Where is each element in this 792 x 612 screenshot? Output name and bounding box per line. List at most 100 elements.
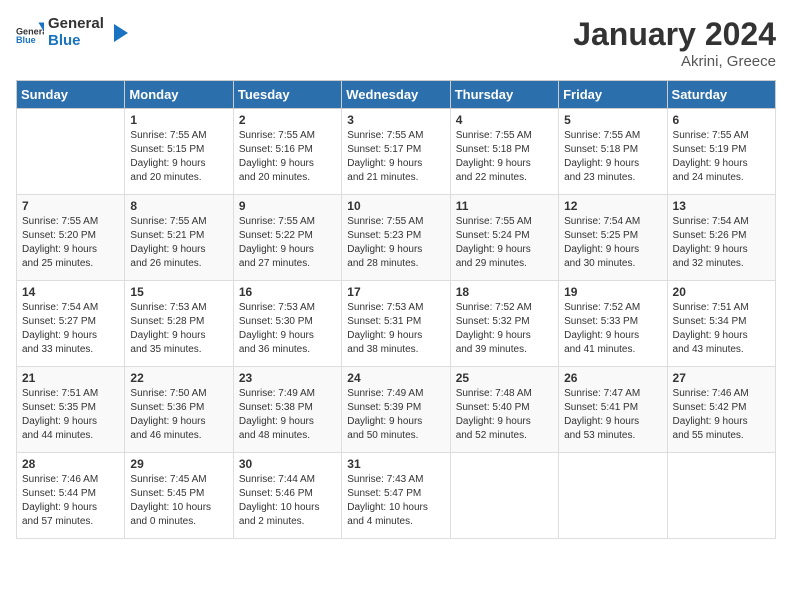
calendar-cell: 8Sunrise: 7:55 AM Sunset: 5:21 PM Daylig… xyxy=(125,195,233,281)
calendar-cell: 5 Sunrise: 7:55 AM Sunset: 5:18 PM Daylig… xyxy=(559,109,667,195)
day-info: Sunrise: 7:54 AM Sunset: 5:26 PM Dayligh… xyxy=(673,215,770,271)
weekday-row: SundayMondayTuesdayWednesdayThursdayFrid… xyxy=(17,81,776,109)
day-number: 31 xyxy=(347,457,444,471)
calendar-cell xyxy=(450,453,558,539)
calendar-cell: 4Sunrise: 7:55 AM Sunset: 5:18 PM Daylig… xyxy=(450,109,558,195)
day-number: 8 xyxy=(130,199,227,213)
day-info: Sunrise: 7:49 AM Sunset: 5:39 PM Dayligh… xyxy=(347,387,444,443)
calendar-table: SundayMondayTuesdayWednesdayThursdayFrid… xyxy=(16,80,776,539)
day-number: 9 xyxy=(239,199,336,213)
calendar-cell: 2Sunrise: 7:55 AM Sunset: 5:16 PM Daylig… xyxy=(233,109,341,195)
day-number: 26 xyxy=(564,371,661,385)
calendar-cell: 24 Sunrise: 7:49 AM Sunset: 5:39 PM Dayli… xyxy=(342,367,450,453)
calendar-body: 1 Sunrise: 7:55 AM Sunset: 5:15 PM Daylig… xyxy=(17,109,776,539)
day-info: Sunrise: 7:48 AM Sunset: 5:40 PM Dayligh… xyxy=(456,387,553,443)
day-info: Sunrise: 7:51 AM Sunset: 5:34 PM Dayligh… xyxy=(673,301,770,357)
calendar-cell: 20 Sunrise: 7:51 AM Sunset: 5:34 PM Dayli… xyxy=(667,281,775,367)
calendar-header: SundayMondayTuesdayWednesdayThursdayFrid… xyxy=(17,81,776,109)
day-number: 7 xyxy=(22,199,119,213)
day-info: Sunrise: 7:55 AM Sunset: 5:16 PM Dayligh… xyxy=(239,129,336,185)
calendar-cell: 27 Sunrise: 7:46 AM Sunset: 5:42 PM Dayli… xyxy=(667,367,775,453)
day-info: Sunrise: 7:55 AM Sunset: 5:22 PM Dayligh… xyxy=(239,215,336,271)
day-number: 19 xyxy=(564,285,661,299)
day-info: Sunrise: 7:55 AM Sunset: 5:24 PM Dayligh… xyxy=(456,215,553,271)
day-info: Sunrise: 7:52 AM Sunset: 5:32 PM Dayligh… xyxy=(456,301,553,357)
calendar-cell: 14Sunrise: 7:54 AM Sunset: 5:27 PM Dayli… xyxy=(17,281,125,367)
day-info: Sunrise: 7:47 AM Sunset: 5:41 PM Dayligh… xyxy=(564,387,661,443)
day-number: 13 xyxy=(673,199,770,213)
day-number: 24 xyxy=(347,371,444,385)
calendar-cell: 28 Sunrise: 7:46 AM Sunset: 5:44 PM Dayli… xyxy=(17,453,125,539)
day-number: 22 xyxy=(130,371,227,385)
day-number: 20 xyxy=(673,285,770,299)
calendar-cell: 31 Sunrise: 7:43 AM Sunset: 5:47 PM Dayli… xyxy=(342,453,450,539)
day-info: Sunrise: 7:52 AM Sunset: 5:33 PM Dayligh… xyxy=(564,301,661,357)
day-info: Sunrise: 7:44 AM Sunset: 5:46 PM Dayligh… xyxy=(239,473,336,529)
weekday-header-tuesday: Tuesday xyxy=(233,81,341,109)
day-info: Sunrise: 7:54 AM Sunset: 5:27 PM Dayligh… xyxy=(22,301,119,357)
svg-text:Blue: Blue xyxy=(16,34,36,44)
calendar-cell xyxy=(667,453,775,539)
day-info: Sunrise: 7:54 AM Sunset: 5:25 PM Dayligh… xyxy=(564,215,661,271)
day-number: 18 xyxy=(456,285,553,299)
day-info: Sunrise: 7:55 AM Sunset: 5:18 PM Dayligh… xyxy=(564,129,661,185)
calendar-cell: 11Sunrise: 7:55 AM Sunset: 5:24 PM Dayli… xyxy=(450,195,558,281)
week-row-3: 14Sunrise: 7:54 AM Sunset: 5:27 PM Dayli… xyxy=(17,281,776,367)
calendar-cell: 23 Sunrise: 7:49 AM Sunset: 5:38 PM Dayli… xyxy=(233,367,341,453)
week-row-1: 1 Sunrise: 7:55 AM Sunset: 5:15 PM Daylig… xyxy=(17,109,776,195)
day-info: Sunrise: 7:51 AM Sunset: 5:35 PM Dayligh… xyxy=(22,387,119,443)
day-number: 5 xyxy=(564,113,661,127)
day-info: Sunrise: 7:55 AM Sunset: 5:15 PM Dayligh… xyxy=(130,129,227,185)
weekday-header-monday: Monday xyxy=(125,81,233,109)
day-number: 29 xyxy=(130,457,227,471)
calendar-cell: 1 Sunrise: 7:55 AM Sunset: 5:15 PM Daylig… xyxy=(125,109,233,195)
day-info: Sunrise: 7:55 AM Sunset: 5:17 PM Dayligh… xyxy=(347,129,444,185)
calendar-title: January 2024 xyxy=(573,16,776,53)
logo-arrow-icon xyxy=(108,22,130,44)
day-number: 25 xyxy=(456,371,553,385)
page-header: General Blue General Blue January 2024 A… xyxy=(16,16,776,70)
day-info: Sunrise: 7:55 AM Sunset: 5:18 PM Dayligh… xyxy=(456,129,553,185)
day-info: Sunrise: 7:46 AM Sunset: 5:44 PM Dayligh… xyxy=(22,473,119,529)
day-number: 30 xyxy=(239,457,336,471)
day-info: Sunrise: 7:49 AM Sunset: 5:38 PM Dayligh… xyxy=(239,387,336,443)
calendar-cell xyxy=(559,453,667,539)
week-row-2: 7 Sunrise: 7:55 AM Sunset: 5:20 PM Daylig… xyxy=(17,195,776,281)
logo: General Blue General Blue xyxy=(16,16,130,49)
day-number: 10 xyxy=(347,199,444,213)
title-block: January 2024 Akrini, Greece xyxy=(573,16,776,70)
calendar-cell: 6Sunrise: 7:55 AM Sunset: 5:19 PM Daylig… xyxy=(667,109,775,195)
week-row-5: 28 Sunrise: 7:46 AM Sunset: 5:44 PM Dayli… xyxy=(17,453,776,539)
day-number: 1 xyxy=(130,113,227,127)
weekday-header-sunday: Sunday xyxy=(17,81,125,109)
calendar-cell: 10Sunrise: 7:55 AM Sunset: 5:23 PM Dayli… xyxy=(342,195,450,281)
day-number: 3 xyxy=(347,113,444,127)
calendar-cell: 25 Sunrise: 7:48 AM Sunset: 5:40 PM Dayli… xyxy=(450,367,558,453)
day-info: Sunrise: 7:43 AM Sunset: 5:47 PM Dayligh… xyxy=(347,473,444,529)
logo-icon: General Blue xyxy=(16,19,44,47)
calendar-cell: 21 Sunrise: 7:51 AM Sunset: 5:35 PM Dayli… xyxy=(17,367,125,453)
calendar-cell xyxy=(17,109,125,195)
calendar-subtitle: Akrini, Greece xyxy=(573,53,776,70)
day-number: 27 xyxy=(673,371,770,385)
day-info: Sunrise: 7:50 AM Sunset: 5:36 PM Dayligh… xyxy=(130,387,227,443)
day-number: 21 xyxy=(22,371,119,385)
calendar-cell: 30 Sunrise: 7:44 AM Sunset: 5:46 PM Dayli… xyxy=(233,453,341,539)
calendar-cell: 18 Sunrise: 7:52 AM Sunset: 5:32 PM Dayli… xyxy=(450,281,558,367)
calendar-cell: 12Sunrise: 7:54 AM Sunset: 5:25 PM Dayli… xyxy=(559,195,667,281)
day-number: 28 xyxy=(22,457,119,471)
weekday-header-thursday: Thursday xyxy=(450,81,558,109)
weekday-header-friday: Friday xyxy=(559,81,667,109)
calendar-cell: 26 Sunrise: 7:47 AM Sunset: 5:41 PM Dayli… xyxy=(559,367,667,453)
day-number: 23 xyxy=(239,371,336,385)
day-info: Sunrise: 7:46 AM Sunset: 5:42 PM Dayligh… xyxy=(673,387,770,443)
weekday-header-wednesday: Wednesday xyxy=(342,81,450,109)
day-number: 16 xyxy=(239,285,336,299)
calendar-cell: 3 Sunrise: 7:55 AM Sunset: 5:17 PM Daylig… xyxy=(342,109,450,195)
day-info: Sunrise: 7:55 AM Sunset: 5:19 PM Dayligh… xyxy=(673,129,770,185)
calendar-cell: 17Sunrise: 7:53 AM Sunset: 5:31 PM Dayli… xyxy=(342,281,450,367)
day-info: Sunrise: 7:53 AM Sunset: 5:28 PM Dayligh… xyxy=(130,301,227,357)
day-info: Sunrise: 7:53 AM Sunset: 5:30 PM Dayligh… xyxy=(239,301,336,357)
day-info: Sunrise: 7:55 AM Sunset: 5:20 PM Dayligh… xyxy=(22,215,119,271)
weekday-header-saturday: Saturday xyxy=(667,81,775,109)
